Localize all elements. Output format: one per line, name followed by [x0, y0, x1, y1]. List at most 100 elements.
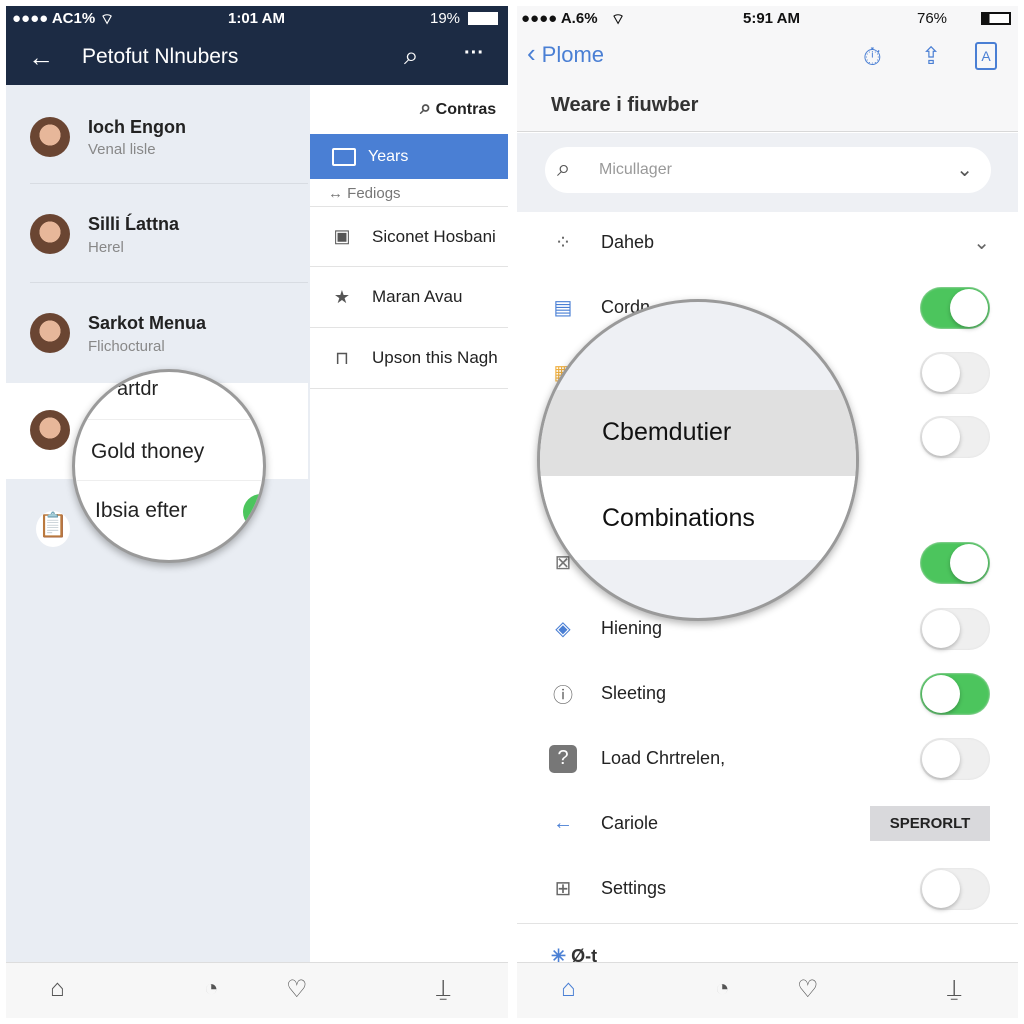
magnifier-right: Cbemdutier Combinations	[537, 299, 859, 621]
contact-name: Silli Ĺattna	[88, 214, 180, 234]
row-label: Settings	[601, 878, 667, 898]
search-placeholder: Micullager	[599, 161, 672, 178]
section-header: ↔ Fediogs	[328, 185, 401, 202]
toggle-switch[interactable]	[920, 286, 990, 329]
bag-icon: ⊓	[334, 347, 350, 368]
toggle-switch[interactable]	[920, 351, 990, 394]
avatar	[30, 410, 70, 450]
contact-item[interactable]: Ioch Engon Venal lisle	[6, 85, 308, 183]
clock-icon[interactable]: ◔	[204, 975, 219, 1003]
magnifier-left: artdr Gold thoney Ibsia efter	[72, 369, 266, 563]
magnified-item[interactable]: Cbemdutier	[540, 390, 856, 476]
share-icon[interactable]: ⇪	[921, 42, 941, 71]
star-icon: ★	[333, 286, 351, 307]
arrow-left-icon: ←	[553, 812, 573, 834]
calendar-icon: ▣	[333, 226, 351, 246]
settings-row[interactable]: ? Load Chrtrelen,	[517, 726, 1018, 791]
more-icon[interactable]: ···	[464, 42, 484, 65]
section-title: Weare i fiuwber	[551, 94, 699, 116]
magnified-item[interactable]: Gold thoney	[91, 440, 204, 464]
home-icon[interactable]: ⌂	[561, 975, 576, 1003]
action-button[interactable]: SPERORLT	[870, 806, 990, 841]
lock-icon[interactable]: A	[975, 42, 997, 70]
settings-row[interactable]: ⊞ Settings	[517, 856, 1018, 921]
battery-icon	[981, 12, 1011, 25]
heart-icon[interactable]: ♡	[286, 975, 308, 1004]
toggle-switch[interactable]	[920, 541, 990, 584]
status-bar: ●●●● A.6% ⌔ 5:91 AM 76%	[517, 6, 1018, 32]
row-label: Load Chrtrelen,	[601, 748, 726, 768]
toggle-switch[interactable]	[920, 737, 990, 780]
share-icon[interactable]: ⍊	[947, 975, 961, 1003]
toggle-switch[interactable]	[920, 672, 990, 715]
magnified-item: artdr	[117, 378, 159, 400]
toggle-switch[interactable]	[920, 415, 990, 458]
contact-sub: Flichoctural	[88, 338, 165, 355]
avatar	[30, 214, 70, 254]
card-icon: ▤	[553, 297, 573, 319]
search-icon[interactable]: ⌕	[404, 40, 419, 72]
arrow-left-icon[interactable]: ←	[28, 42, 54, 73]
contrast-search[interactable]: ⌕ Contras	[420, 97, 496, 120]
subheader-label: Fediogs	[347, 185, 401, 202]
clock-icon[interactable]: ◔	[715, 975, 730, 1003]
panel-item[interactable]: ⊓ Upson this Nagh	[310, 328, 508, 389]
search-input[interactable]: ⌕ Micullager ⌄	[545, 147, 991, 193]
item-label: Upson this Nagh	[372, 348, 498, 367]
status-bar: ●●●● AC1% ⌔ 1:01 AM 19%	[6, 6, 508, 32]
list-icon	[332, 147, 356, 166]
badge-icon: ◈	[555, 618, 571, 640]
toggle-switch[interactable]	[920, 607, 990, 650]
battery-icon	[468, 12, 498, 25]
help-icon: ?	[549, 744, 577, 773]
back-button[interactable]: ‹ Plome	[527, 38, 605, 68]
carrier: ●●●● A.6%	[521, 10, 598, 27]
search-area: ⌕ Micullager ⌄	[517, 133, 1018, 212]
clipboard-icon[interactable]: 📋	[36, 511, 70, 547]
contact-sub: Herel	[88, 239, 124, 256]
contact-name: Ioch Engon	[88, 117, 186, 137]
row-label: Daheb	[601, 232, 655, 252]
home-icon[interactable]: ⌂	[50, 975, 65, 1003]
settings-icon: ⊞	[554, 878, 572, 900]
timer-icon[interactable]: ⏱	[863, 44, 882, 72]
time: 1:01 AM	[228, 10, 285, 27]
chevron-left-icon: ‹	[527, 38, 536, 68]
settings-row[interactable]: ◈ Hiening	[517, 596, 1018, 661]
wifi-icon: ⌔	[611, 11, 626, 28]
share-icon[interactable]: ⍊	[436, 975, 450, 1003]
contact-item[interactable]: Silli Ĺattna Herel	[6, 184, 308, 282]
heart-icon[interactable]: ♡	[797, 975, 819, 1004]
selected-item-years[interactable]: Years	[310, 134, 508, 179]
magnified-item[interactable]: Ibsia efter	[95, 499, 187, 523]
item-label: Years	[368, 147, 409, 165]
divider	[517, 923, 1018, 924]
chevron-down-icon[interactable]: ⌄	[973, 230, 990, 255]
contact-name: Sarkot Menua	[88, 313, 207, 333]
settings-row[interactable]: ⓘ Sleeting	[517, 661, 1018, 726]
battery-level: 76%	[917, 10, 948, 27]
contact-sub: Venal lisle	[88, 141, 156, 158]
toggle-switch[interactable]	[920, 867, 990, 910]
settings-row[interactable]: ⁘ Daheb ⌄	[517, 210, 1018, 275]
avatar	[30, 117, 70, 157]
compass-icon: ⓘ	[553, 685, 573, 707]
clear-icon[interactable]: ⌄	[956, 157, 973, 182]
magnified-label: Cbemdutier	[602, 418, 732, 446]
tab-bar: ⌂ ◔ ♡ ⍊	[6, 962, 508, 1018]
panel-item[interactable]: ★ Maran Avau	[310, 267, 508, 328]
magnified-item[interactable]: Combinations	[540, 476, 856, 560]
wifi-icon: ⌔	[100, 11, 115, 28]
panel-item[interactable]: ▣ Siconet Hosbani	[310, 206, 508, 267]
battery-level: 19%	[430, 10, 461, 27]
magnified-label: Combinations	[602, 504, 755, 532]
search-icon: ⌕	[557, 155, 571, 182]
search-icon: ⌕	[420, 97, 432, 119]
search-label: Contras	[435, 101, 497, 118]
back-label: Plome	[541, 42, 605, 67]
contact-item[interactable]: Sarkot Menua Flichoctural	[6, 283, 308, 381]
row-label: Cariole	[601, 813, 659, 833]
row-label: Sleeting	[601, 683, 667, 703]
settings-row[interactable]: ← Cariole SPERORLT	[517, 791, 1018, 856]
carrier: ●●●● AC1%	[12, 10, 96, 27]
